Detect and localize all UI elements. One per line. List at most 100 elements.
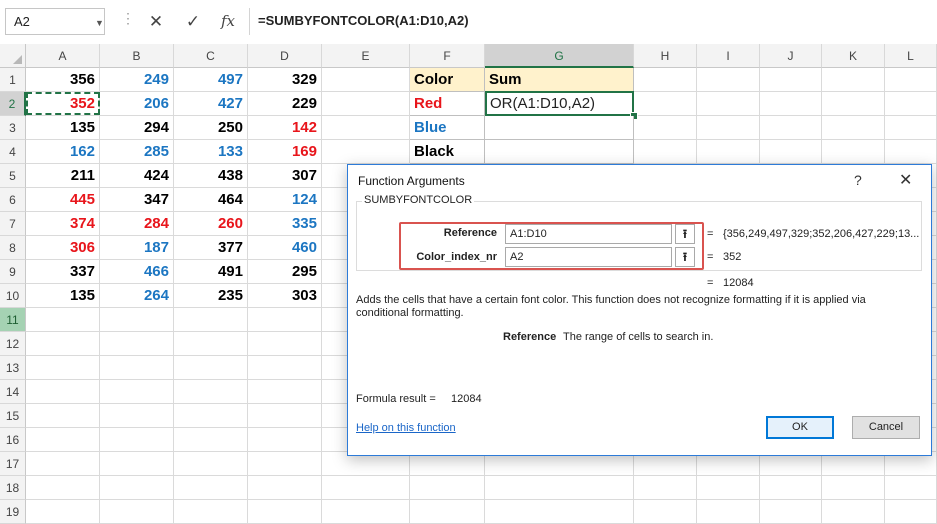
data-cell[interactable]: 356 (26, 68, 100, 92)
column-header-e[interactable]: E (322, 44, 410, 68)
data-cell[interactable]: 466 (100, 260, 174, 284)
cell[interactable] (100, 428, 174, 452)
active-cell-value[interactable]: OR(A1:D10,A2) (486, 92, 633, 116)
cell[interactable] (26, 500, 100, 524)
data-cell[interactable]: 424 (100, 164, 174, 188)
row-header-3[interactable]: 3 (0, 116, 26, 140)
cell[interactable] (174, 428, 248, 452)
row-header-2[interactable]: 2 (0, 92, 26, 116)
row-header-14[interactable]: 14 (0, 380, 26, 404)
cancel-button[interactable]: Cancel (852, 416, 920, 439)
cell[interactable] (248, 476, 322, 500)
data-cell[interactable]: 377 (174, 236, 248, 260)
data-cell[interactable]: 285 (100, 140, 174, 164)
cell[interactable] (760, 500, 822, 524)
cell[interactable] (26, 380, 100, 404)
cell[interactable] (26, 404, 100, 428)
cell[interactable] (822, 500, 885, 524)
column-header-l[interactable]: L (885, 44, 937, 68)
cell[interactable] (100, 500, 174, 524)
cell[interactable] (697, 116, 760, 140)
cancel-icon[interactable]: ✕ (142, 8, 170, 35)
summary-sum-cell[interactable] (485, 116, 634, 140)
column-header-f[interactable]: F (410, 44, 485, 68)
cell[interactable] (822, 140, 885, 164)
cell[interactable] (174, 356, 248, 380)
cell[interactable] (26, 356, 100, 380)
cell[interactable] (697, 92, 760, 116)
data-cell[interactable]: 187 (100, 236, 174, 260)
column-header-b[interactable]: B (100, 44, 174, 68)
cell[interactable] (100, 308, 174, 332)
data-cell[interactable]: 460 (248, 236, 322, 260)
name-box[interactable]: A2 ▼ (5, 8, 105, 35)
cell[interactable] (322, 500, 410, 524)
data-cell[interactable]: 235 (174, 284, 248, 308)
cell[interactable] (410, 476, 485, 500)
cell[interactable] (322, 140, 410, 164)
data-cell[interactable]: 295 (248, 260, 322, 284)
dialog-title-bar[interactable]: Function Arguments ? ✕ (348, 165, 931, 197)
column-header-i[interactable]: I (697, 44, 760, 68)
cell[interactable] (634, 68, 697, 92)
data-cell[interactable]: 249 (100, 68, 174, 92)
cell[interactable] (885, 68, 937, 92)
cell[interactable] (100, 356, 174, 380)
data-cell[interactable]: 135 (26, 116, 100, 140)
column-header-c[interactable]: C (174, 44, 248, 68)
cell[interactable] (697, 500, 760, 524)
data-cell[interactable]: 133 (174, 140, 248, 164)
cell[interactable] (248, 500, 322, 524)
data-cell[interactable]: 464 (174, 188, 248, 212)
row-header-18[interactable]: 18 (0, 476, 26, 500)
data-cell[interactable]: 206 (100, 92, 174, 116)
data-cell[interactable]: 445 (26, 188, 100, 212)
cell[interactable] (174, 404, 248, 428)
cell[interactable] (822, 68, 885, 92)
column-header-k[interactable]: K (822, 44, 885, 68)
column-header-j[interactable]: J (760, 44, 822, 68)
cell[interactable] (885, 140, 937, 164)
data-cell[interactable]: 306 (26, 236, 100, 260)
data-cell[interactable]: 260 (174, 212, 248, 236)
data-cell[interactable]: 124 (248, 188, 322, 212)
ok-button[interactable]: OK (766, 416, 834, 439)
data-cell[interactable]: 229 (248, 92, 322, 116)
cell[interactable] (697, 68, 760, 92)
column-header-h[interactable]: H (634, 44, 697, 68)
cell[interactable] (485, 476, 634, 500)
cell[interactable] (248, 380, 322, 404)
cell[interactable] (26, 428, 100, 452)
data-cell[interactable]: 329 (248, 68, 322, 92)
row-header-6[interactable]: 6 (0, 188, 26, 212)
cell[interactable] (322, 116, 410, 140)
cell[interactable] (100, 404, 174, 428)
cell[interactable] (634, 116, 697, 140)
row-header-15[interactable]: 15 (0, 404, 26, 428)
formula-input[interactable]: =SUMBYFONTCOLOR(A1:D10,A2) (258, 13, 469, 28)
cell[interactable] (634, 476, 697, 500)
summary-sum-cell[interactable] (485, 140, 634, 164)
data-cell[interactable]: 264 (100, 284, 174, 308)
data-cell[interactable]: 162 (26, 140, 100, 164)
summary-header-sum[interactable]: Sum (485, 68, 634, 92)
cell[interactable] (174, 500, 248, 524)
cell[interactable] (322, 92, 410, 116)
cell[interactable] (410, 500, 485, 524)
data-cell[interactable]: 491 (174, 260, 248, 284)
data-cell[interactable]: 307 (248, 164, 322, 188)
cell[interactable] (174, 476, 248, 500)
data-cell[interactable]: 497 (174, 68, 248, 92)
cell[interactable] (248, 332, 322, 356)
cell[interactable] (634, 500, 697, 524)
cell[interactable] (322, 476, 410, 500)
cell[interactable] (248, 308, 322, 332)
cell[interactable] (174, 380, 248, 404)
row-header-8[interactable]: 8 (0, 236, 26, 260)
help-icon[interactable]: ? (854, 172, 862, 188)
row-header-5[interactable]: 5 (0, 164, 26, 188)
cell[interactable] (822, 116, 885, 140)
data-cell[interactable]: 347 (100, 188, 174, 212)
cell[interactable] (100, 476, 174, 500)
cell[interactable] (822, 92, 885, 116)
